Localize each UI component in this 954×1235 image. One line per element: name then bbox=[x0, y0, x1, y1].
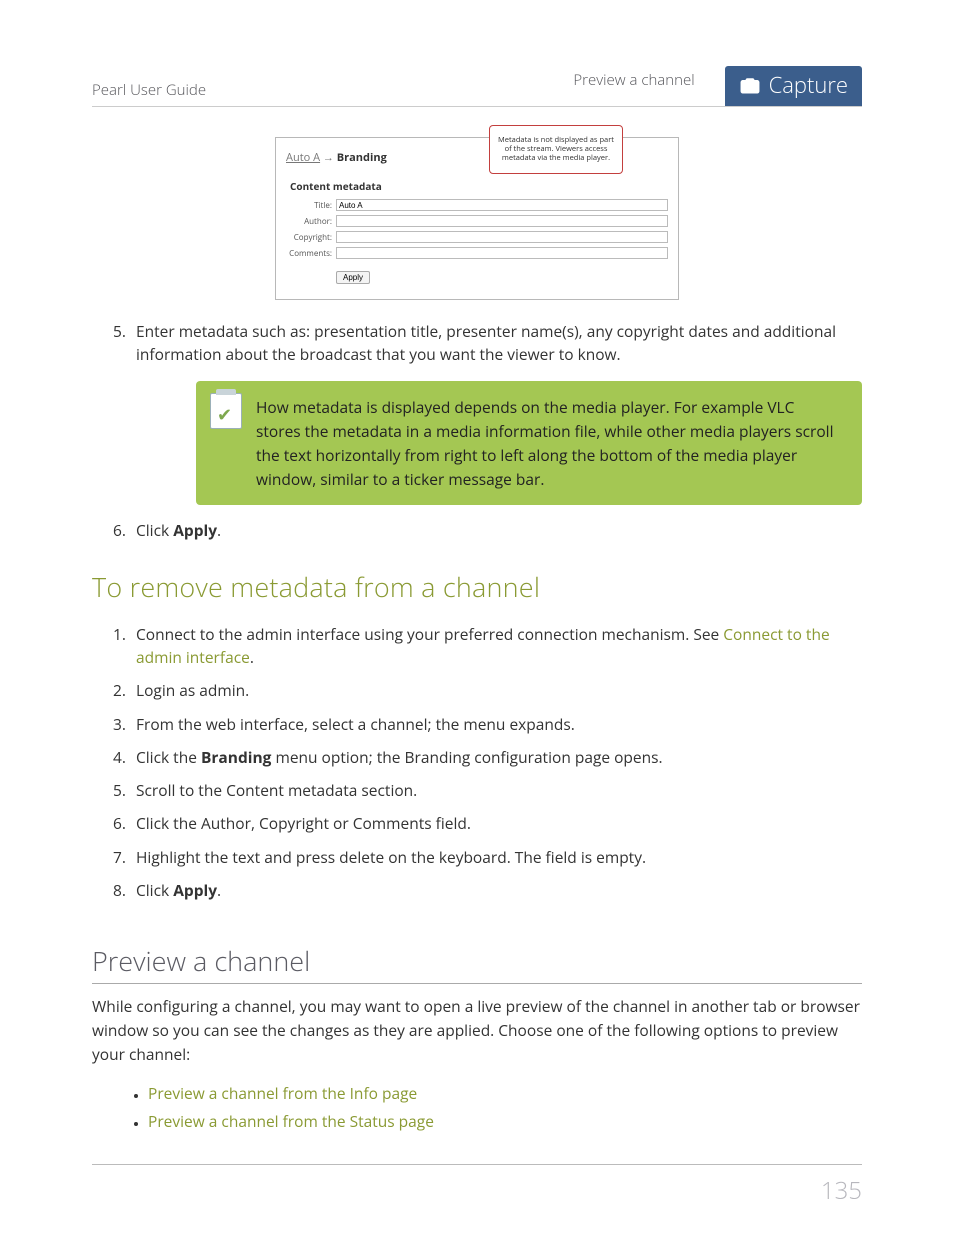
metadata-form-figure: Metadata is not displayed as part of the… bbox=[275, 137, 679, 300]
copyright-label: Copyright: bbox=[286, 232, 336, 243]
remove-step-8: Click Apply. bbox=[130, 879, 862, 902]
page: Pearl User Guide Preview a channel Captu… bbox=[0, 0, 954, 1235]
remove-step-1: Connect to the admin interface using you… bbox=[130, 623, 862, 670]
step-6-bold: Apply bbox=[173, 519, 217, 541]
content-metadata-heading: Content metadata bbox=[290, 179, 668, 193]
callout-note: Metadata is not displayed as part of the… bbox=[489, 125, 623, 174]
rs1-post: . bbox=[250, 646, 254, 668]
preview-channel-heading: Preview a channel bbox=[92, 942, 862, 984]
copyright-input[interactable] bbox=[336, 231, 668, 243]
page-header: Pearl User Guide Preview a channel Captu… bbox=[92, 60, 862, 107]
rs1-pre: Connect to the admin interface using you… bbox=[136, 623, 723, 645]
preview-links-list: Preview a channel from the Info page Pre… bbox=[92, 1082, 862, 1132]
breadcrumb-current: Branding bbox=[337, 150, 387, 165]
comments-row: Comments: bbox=[286, 247, 668, 259]
rs4-pre: Click the bbox=[136, 746, 201, 768]
preview-status-link[interactable]: Preview a channel from the Status page bbox=[148, 1110, 434, 1132]
header-right-group: Preview a channel Capture bbox=[573, 60, 862, 100]
preview-info-link[interactable]: Preview a channel from the Info page bbox=[148, 1082, 417, 1104]
remove-step-4: Click the Branding menu option; the Bran… bbox=[130, 746, 862, 769]
steps-continuation: Enter metadata such as: presentation tit… bbox=[92, 320, 862, 542]
comments-label: Comments: bbox=[286, 248, 336, 259]
preview-intro-text: While configuring a channel, you may wan… bbox=[92, 994, 862, 1066]
step-6-pre: Click bbox=[136, 519, 173, 541]
remove-step-3: From the web interface, select a channel… bbox=[130, 713, 862, 736]
rs8-pre: Click bbox=[136, 879, 173, 901]
preview-link-item-2: Preview a channel from the Status page bbox=[148, 1110, 862, 1132]
checklist-icon bbox=[210, 393, 242, 429]
author-row: Author: bbox=[286, 215, 668, 227]
capture-badge-label: Capture bbox=[769, 70, 848, 100]
breadcrumb-root: Auto A bbox=[286, 150, 320, 165]
apply-button[interactable]: Apply bbox=[336, 271, 370, 284]
breadcrumb-arrow: → bbox=[323, 150, 334, 165]
header-section-name: Preview a channel bbox=[573, 70, 694, 90]
step-5: Enter metadata such as: presentation tit… bbox=[130, 320, 862, 505]
title-label: Title: bbox=[286, 200, 336, 211]
rs4-post: menu option; the Branding configuration … bbox=[271, 746, 662, 768]
header-title-left: Pearl User Guide bbox=[92, 80, 206, 100]
comments-input[interactable] bbox=[336, 247, 668, 259]
footer-divider bbox=[92, 1164, 862, 1165]
rs4-bold: Branding bbox=[201, 746, 271, 768]
preview-link-item-1: Preview a channel from the Info page bbox=[148, 1082, 862, 1104]
remove-step-5: Scroll to the Content metadata section. bbox=[130, 779, 862, 802]
info-note: How metadata is displayed depends on the… bbox=[196, 381, 862, 505]
author-input[interactable] bbox=[336, 215, 668, 227]
step-5-text: Enter metadata such as: presentation tit… bbox=[136, 320, 836, 365]
camera-icon bbox=[739, 76, 761, 94]
step-6: Click Apply. bbox=[130, 519, 862, 542]
remove-step-7: Highlight the text and press delete on t… bbox=[130, 846, 862, 869]
rs8-post: . bbox=[217, 879, 221, 901]
title-input[interactable] bbox=[336, 199, 668, 211]
remove-step-2: Login as admin. bbox=[130, 679, 862, 702]
capture-badge: Capture bbox=[725, 66, 862, 106]
page-number: 135 bbox=[821, 1174, 862, 1207]
info-note-text: How metadata is displayed depends on the… bbox=[256, 396, 834, 490]
title-row: Title: bbox=[286, 199, 668, 211]
remove-metadata-heading: To remove metadata from a channel bbox=[92, 568, 862, 605]
author-label: Author: bbox=[286, 216, 336, 227]
copyright-row: Copyright: bbox=[286, 231, 668, 243]
rs8-bold: Apply bbox=[173, 879, 217, 901]
remove-step-6: Click the Author, Copyright or Comments … bbox=[130, 812, 862, 835]
step-6-post: . bbox=[217, 519, 221, 541]
remove-steps-list: Connect to the admin interface using you… bbox=[92, 623, 862, 902]
